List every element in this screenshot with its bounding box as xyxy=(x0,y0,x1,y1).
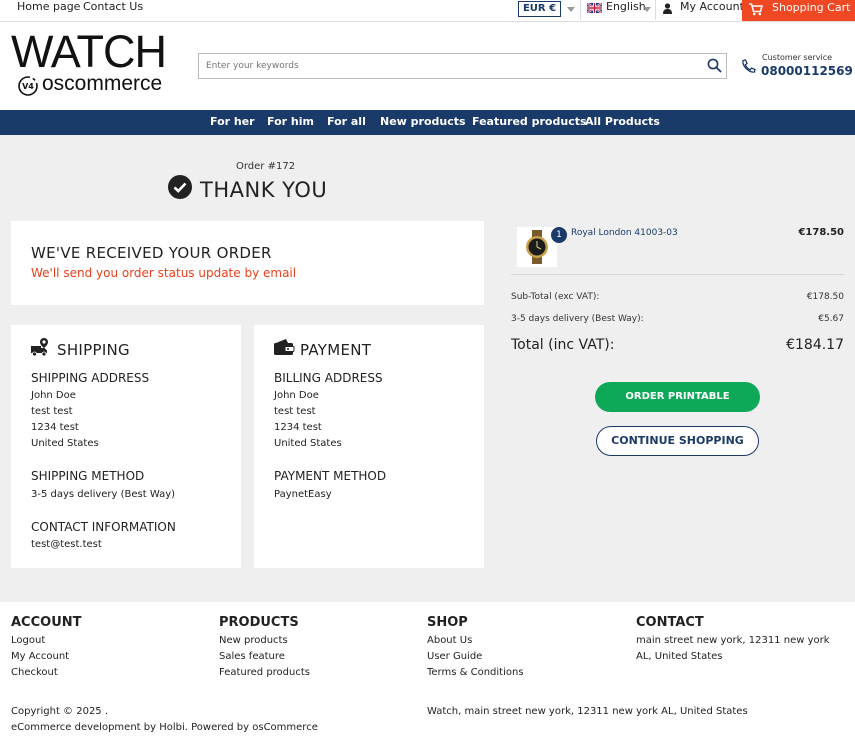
customer-service-phone[interactable]: 08000112569 xyxy=(761,64,853,78)
shipping-card: SHIPPING SHIPPING ADDRESS John Doe test … xyxy=(11,325,241,568)
uk-flag-icon xyxy=(587,3,602,13)
divider xyxy=(580,0,581,20)
footer-contact-address: main street new york, 12311 new york AL,… xyxy=(636,635,830,662)
footer-link-logout[interactable]: Logout xyxy=(11,633,69,649)
shipping-address-title: SHIPPING ADDRESS xyxy=(31,371,150,385)
nav-for-him[interactable]: For him xyxy=(267,115,314,128)
currency-chevron-down-icon[interactable] xyxy=(567,7,575,12)
contact-email: test@test.test xyxy=(31,539,102,550)
check-circle-icon xyxy=(168,175,192,199)
order-received-title: WE'VE RECEIVED YOUR ORDER xyxy=(31,244,272,262)
footer-products-title: PRODUCTS xyxy=(219,615,299,630)
nav-for-all[interactable]: For all xyxy=(327,115,366,128)
footer-link-about-us[interactable]: About Us xyxy=(427,633,524,649)
language-select[interactable]: English xyxy=(606,0,646,13)
copyright: Copyright © 2025 . xyxy=(11,706,109,717)
order-received-subtitle: We'll send you order status update by em… xyxy=(31,266,297,280)
footer-shop-links: About Us User Guide Terms & Conditions xyxy=(427,633,524,681)
summary-divider xyxy=(511,274,844,275)
user-icon xyxy=(663,3,672,14)
divider xyxy=(655,0,656,20)
footer-link-sales-feature[interactable]: Sales feature xyxy=(219,649,310,665)
currency-select[interactable]: EUR € xyxy=(518,1,561,17)
main-nav: For her For him For all New products Fea… xyxy=(0,110,855,135)
total-label: Total (inc VAT): xyxy=(511,337,615,353)
shipping-title: SHIPPING xyxy=(57,341,130,359)
address-line: test test xyxy=(31,406,73,417)
footer-account-links: Logout My Account Checkout xyxy=(11,633,69,681)
subtotal-label: Sub-Total (exc VAT): xyxy=(511,292,600,302)
payment-card: PAYMENT BILLING ADDRESS John Doe test te… xyxy=(254,325,484,568)
address-line: test test xyxy=(274,406,316,417)
footer-link-checkout[interactable]: Checkout xyxy=(11,665,69,681)
nav-new-products[interactable]: New products xyxy=(380,115,466,128)
address-line: 1234 test xyxy=(274,422,322,433)
quantity-badge: 1 xyxy=(551,227,567,243)
logo-subtitle: oscommerce xyxy=(42,72,163,95)
contact-link[interactable]: Contact Us xyxy=(83,0,143,13)
search-input[interactable] xyxy=(199,54,699,78)
footer-link-featured-products[interactable]: Featured products xyxy=(219,665,310,681)
wallet-icon xyxy=(274,339,295,355)
order-printable-button[interactable]: ORDER PRINTABLE xyxy=(595,382,760,412)
logo-badge-text: V4 xyxy=(22,82,34,91)
contact-information-title: CONTACT INFORMATION xyxy=(31,520,176,534)
home-link[interactable]: Home page xyxy=(17,0,80,13)
language-chevron-down-icon[interactable] xyxy=(643,7,651,12)
total-value: €184.17 xyxy=(786,337,844,353)
footer-account-title: ACCOUNT xyxy=(11,615,82,630)
subtotal-value: €178.50 xyxy=(806,292,844,302)
shopping-cart-button[interactable]: Shopping Cart xyxy=(742,0,855,21)
search-box xyxy=(198,53,727,79)
cart-icon xyxy=(749,3,763,16)
nav-featured-products[interactable]: Featured products xyxy=(472,115,587,128)
delivery-label: 3-5 days delivery (Best Way): xyxy=(511,314,644,324)
cart-label: Shopping Cart xyxy=(772,1,851,14)
order-number: Order #172 xyxy=(236,161,296,172)
footer-shop-title: SHOP xyxy=(427,615,468,630)
product-name-link[interactable]: Royal London 41003-03 xyxy=(571,228,678,238)
footer-link-terms[interactable]: Terms & Conditions xyxy=(427,665,524,681)
nav-all-products[interactable]: All Products xyxy=(585,115,660,128)
order-received-card: WE'VE RECEIVED YOUR ORDER We'll send you… xyxy=(11,221,484,305)
my-account-link[interactable]: My Account xyxy=(680,0,744,13)
address-line: 1234 test xyxy=(31,422,79,433)
billing-address: John Doe test test 1234 test United Stat… xyxy=(274,388,342,452)
footer-link-user-guide[interactable]: User Guide xyxy=(427,649,524,665)
shipping-method-title: SHIPPING METHOD xyxy=(31,469,145,483)
billing-address-title: BILLING ADDRESS xyxy=(274,371,383,385)
address-line: John Doe xyxy=(31,390,76,401)
credits: eCommerce development by Holbi. Powered … xyxy=(11,722,318,733)
delivery-value: €5.67 xyxy=(818,314,844,324)
product-price: €178.50 xyxy=(798,227,844,238)
payment-method: PaynetEasy xyxy=(274,489,332,500)
address-line: United States xyxy=(31,438,99,449)
search-icon[interactable] xyxy=(707,58,722,73)
nav-for-her[interactable]: For her xyxy=(210,115,255,128)
footer-products-links: New products Sales feature Featured prod… xyxy=(219,633,310,681)
logo-badge-icon: V4 xyxy=(18,76,38,96)
customer-service-label: Customer service xyxy=(762,53,833,62)
store-address: Watch, main street new york, 12311 new y… xyxy=(427,706,748,717)
footer-contact-title: CONTACT xyxy=(636,615,704,630)
thank-you-heading: THANK YOU xyxy=(200,178,328,202)
address-line: John Doe xyxy=(274,390,319,401)
footer-link-my-account[interactable]: My Account xyxy=(11,649,69,665)
shipping-method: 3-5 days delivery (Best Way) xyxy=(31,489,176,500)
payment-title: PAYMENT xyxy=(300,341,372,359)
payment-method-title: PAYMENT METHOD xyxy=(274,469,387,483)
logo-title[interactable]: WATCH xyxy=(11,28,167,76)
top-bar: Home page Contact Us EUR € English My Ac… xyxy=(0,0,855,22)
continue-shopping-button[interactable]: CONTINUE SHOPPING xyxy=(596,426,759,456)
shipping-address: John Doe test test 1234 test United Stat… xyxy=(31,388,99,452)
footer-link-new-products[interactable]: New products xyxy=(219,633,310,649)
address-line: United States xyxy=(274,438,342,449)
phone-icon xyxy=(742,59,756,73)
delivery-truck-icon xyxy=(31,338,48,357)
